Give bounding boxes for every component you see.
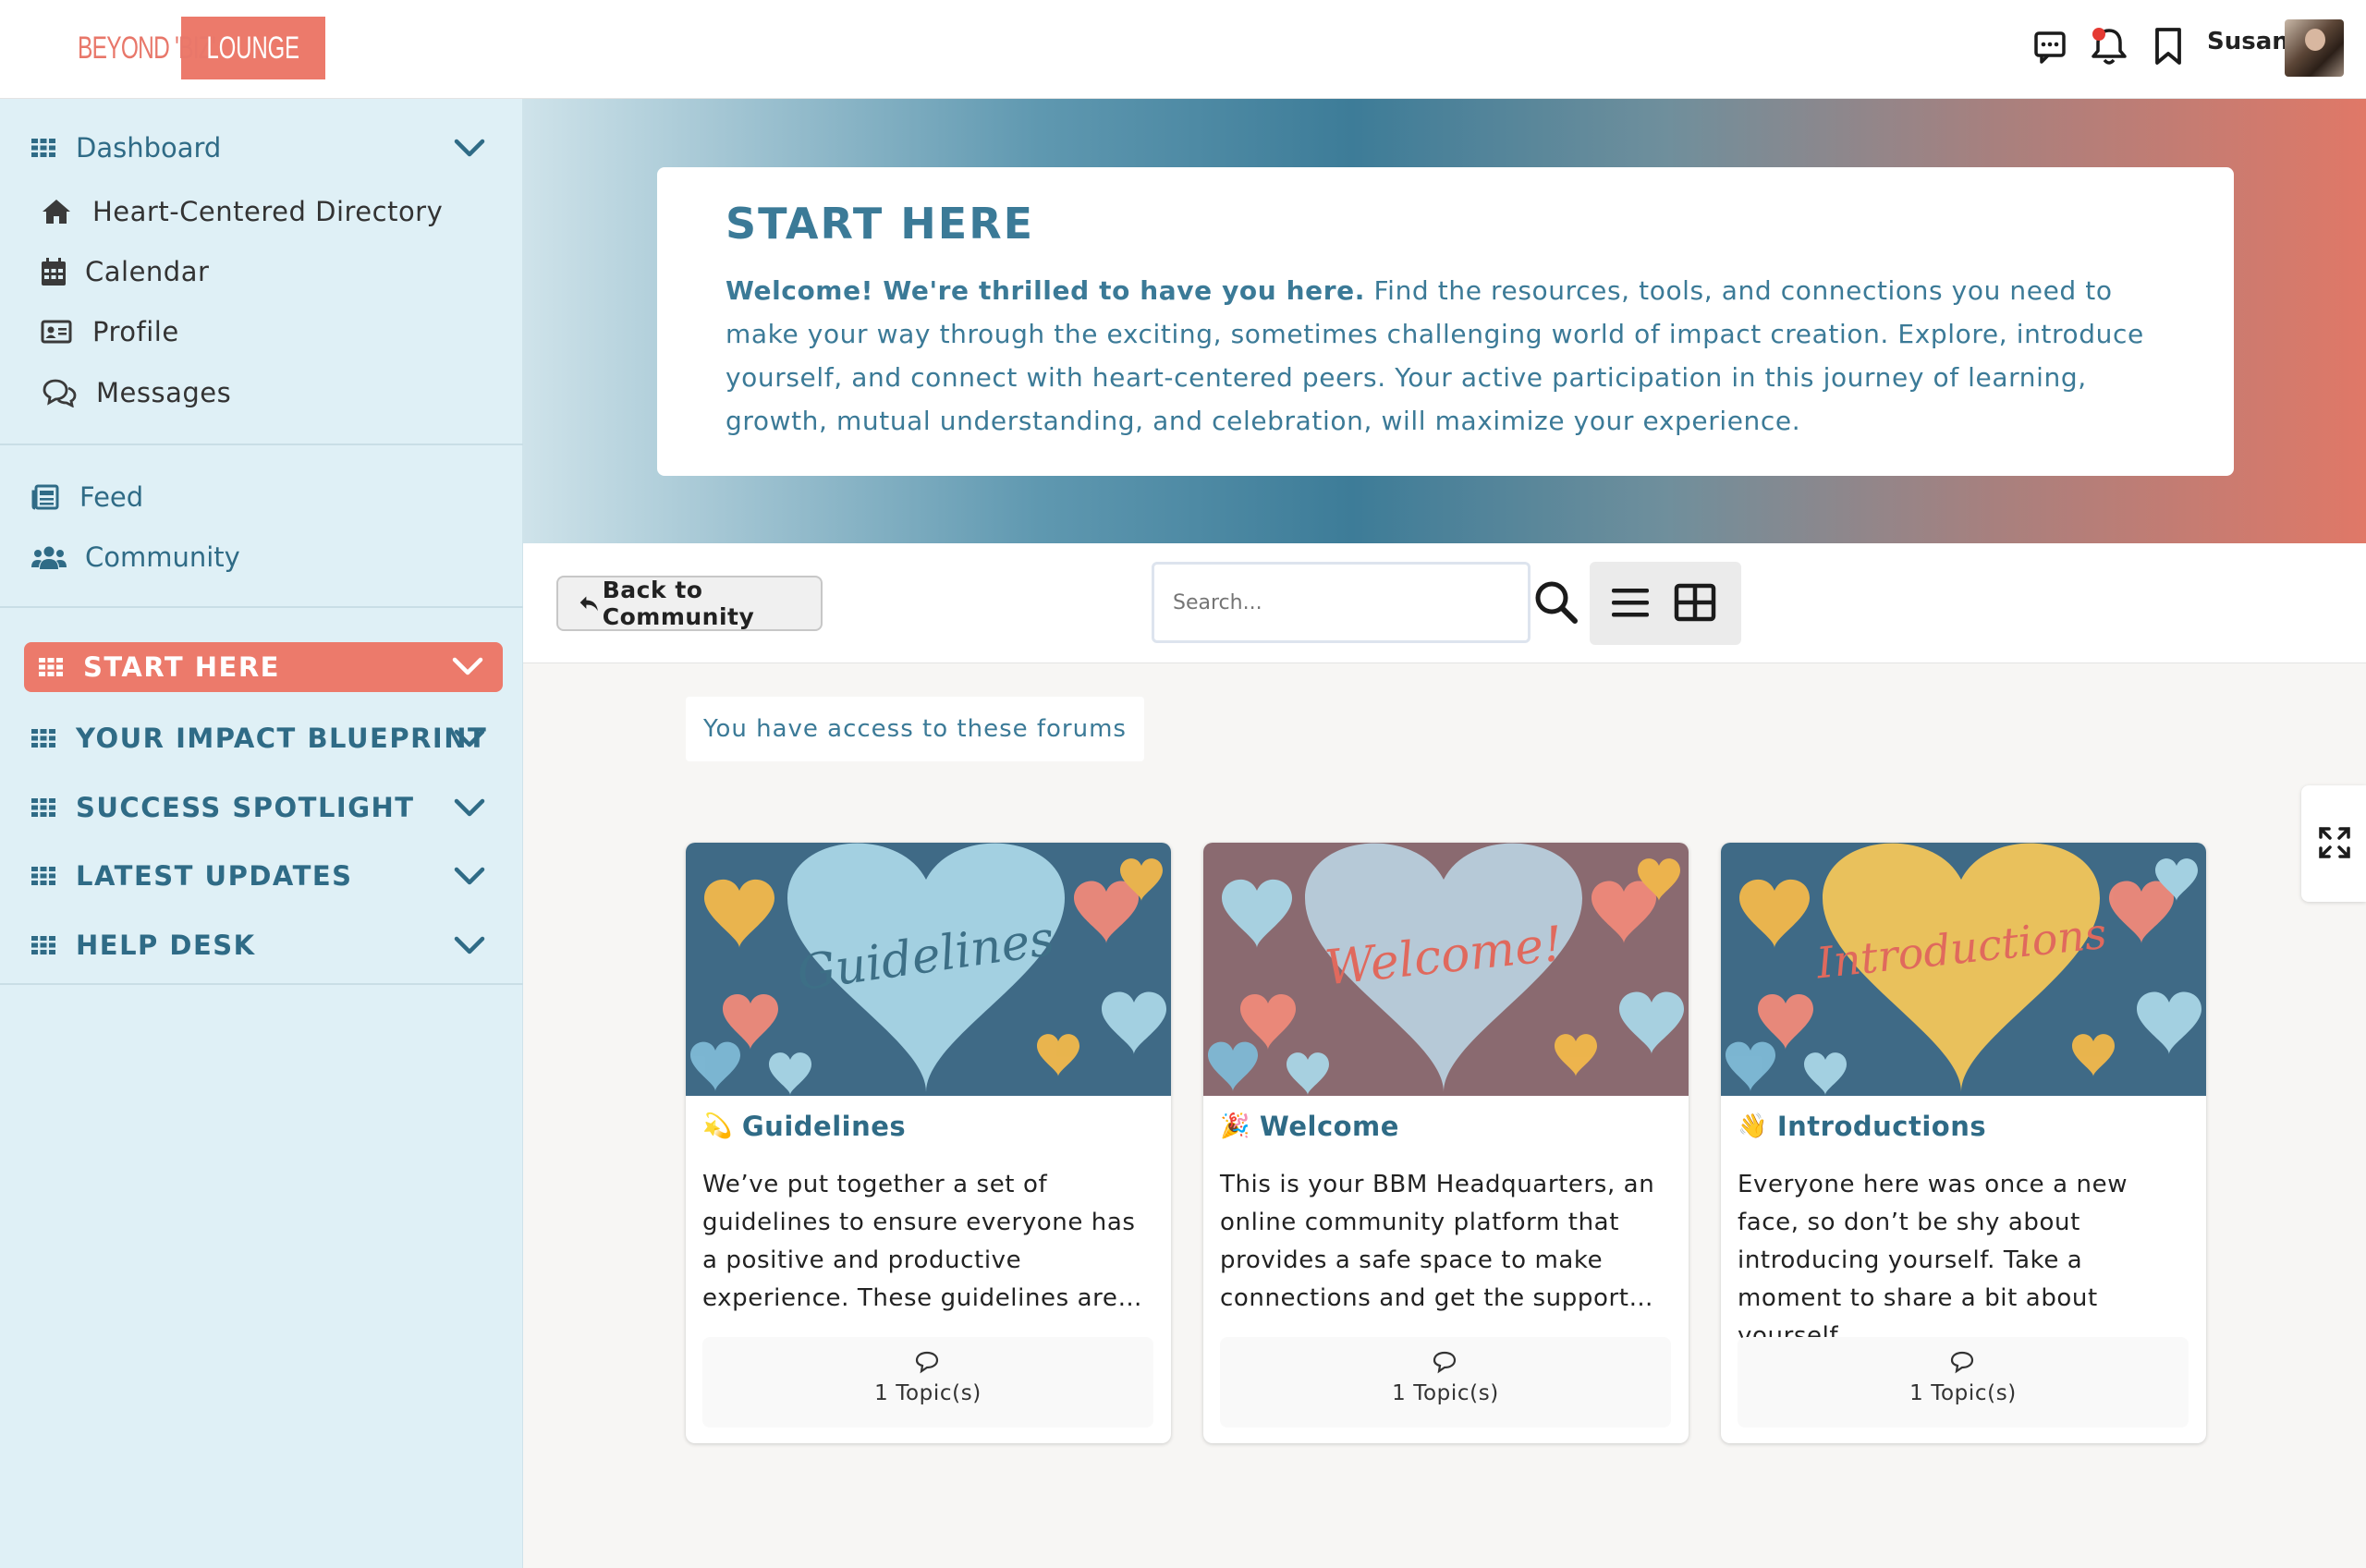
back-to-community-button[interactable]: Back to Community xyxy=(556,576,823,631)
grid-icon xyxy=(31,936,55,954)
forum-card-guidelines[interactable]: Guidelines 💫 Guidelines We’ve put togeth… xyxy=(686,843,1171,1443)
forum-cover-image: Welcome! xyxy=(1203,843,1689,1096)
sidebar-section-start-here[interactable]: START HERE xyxy=(24,642,503,692)
sidebar-item-feed[interactable]: Feed xyxy=(0,471,523,523)
dizzy-emoji-icon: 💫 xyxy=(702,1112,733,1140)
expand-icon xyxy=(2319,827,2350,858)
sidebar-item-label: YOUR IMPACT BLUEPRINT xyxy=(76,723,488,754)
sidebar: Dashboard Heart-Centered Directory Calen… xyxy=(0,99,523,1568)
bookmark-icon[interactable] xyxy=(2146,24,2190,68)
user-name[interactable]: Susan xyxy=(2207,28,2289,55)
page-title: START HERE xyxy=(726,199,1035,249)
sidebar-item-profile[interactable]: Profile xyxy=(0,306,523,358)
sidebar-item-label: Calendar xyxy=(85,256,210,287)
sidebar-item-label: Profile xyxy=(92,316,179,347)
grid-icon xyxy=(31,139,55,157)
forum-cover-image: Guidelines xyxy=(686,843,1171,1096)
party-popper-icon: 🎉 xyxy=(1220,1112,1250,1140)
forum-cover-image: Introductions xyxy=(1721,843,2206,1096)
sidebar-item-label: Heart-Centered Directory xyxy=(92,196,444,227)
forum-topic-count: 1 Topic(s) xyxy=(1738,1337,2189,1428)
grid-icon xyxy=(39,658,63,676)
sidebar-item-dashboard[interactable]: Dashboard xyxy=(0,122,523,174)
home-icon xyxy=(43,200,70,224)
sidebar-item-calendar[interactable]: Calendar xyxy=(0,246,523,298)
sidebar-divider xyxy=(0,606,523,608)
forum-topic-count: 1 Topic(s) xyxy=(1220,1337,1671,1428)
forum-description: This is your BBM Headquarters, an online… xyxy=(1220,1171,1655,1312)
chevron-down-icon[interactable] xyxy=(453,932,486,958)
search-icon[interactable] xyxy=(1532,577,1580,628)
topic-count-label: 1 Topic(s) xyxy=(1392,1381,1499,1405)
brand-logo[interactable]: BEYOND 'BIZ' LOUNGE xyxy=(78,17,325,79)
list-view-icon[interactable] xyxy=(1610,582,1651,623)
bell-icon[interactable] xyxy=(2087,24,2131,68)
chevron-down-icon[interactable] xyxy=(453,725,486,751)
view-toggle xyxy=(1590,562,1741,645)
messages-icon xyxy=(43,379,77,407)
profile-card-icon xyxy=(41,320,72,344)
sidebar-section-latest-updates[interactable]: LATEST UPDATES xyxy=(0,850,523,902)
waving-hand-icon: 👋 xyxy=(1738,1112,1768,1140)
access-note: You have access to these forums xyxy=(686,697,1144,761)
sidebar-item-label: SUCCESS SPOTLIGHT xyxy=(76,792,415,823)
hero-intro-bold: Welcome! We're thrilled to have you here… xyxy=(726,275,1366,306)
sidebar-section-success-spotlight[interactable]: SUCCESS SPOTLIGHT xyxy=(0,782,523,833)
chevron-down-icon[interactable] xyxy=(453,135,486,161)
forum-title[interactable]: 🎉 Welcome xyxy=(1220,1111,1399,1142)
sidebar-section-help-desk[interactable]: HELP DESK xyxy=(0,919,523,971)
notification-dot xyxy=(2092,28,2105,41)
forum-card-welcome[interactable]: Welcome! 🎉 Welcome This is your BBM Head… xyxy=(1203,843,1689,1443)
grid-icon xyxy=(31,867,55,885)
users-icon xyxy=(31,546,67,569)
sidebar-item-label: Messages xyxy=(96,377,232,408)
topic-count-label: 1 Topic(s) xyxy=(1909,1381,2017,1405)
sidebar-divider xyxy=(0,983,523,985)
sidebar-item-messages[interactable]: Messages xyxy=(0,367,523,419)
grid-view-icon[interactable] xyxy=(1673,580,1717,625)
chevron-down-icon[interactable] xyxy=(453,795,486,820)
top-bar: BEYOND 'BIZ' LOUNGE Susan xyxy=(0,0,2366,99)
sidebar-item-label: Community xyxy=(85,541,240,573)
comment-icon xyxy=(1433,1351,1457,1374)
forum-title[interactable]: 👋 Introductions xyxy=(1738,1111,1986,1142)
back-button-label: Back to Community xyxy=(602,577,755,630)
reply-arrow-icon xyxy=(579,596,598,612)
grid-icon xyxy=(31,729,55,748)
chevron-down-icon[interactable] xyxy=(451,653,484,679)
sidebar-section-impact-blueprint[interactable]: YOUR IMPACT BLUEPRINT xyxy=(0,712,523,764)
forum-title-text: Introductions xyxy=(1776,1111,1987,1142)
forum-title-text: Guidelines xyxy=(741,1111,907,1142)
hero-card: START HERE Welcome! We're thrilled to ha… xyxy=(657,167,2234,476)
logo-text-primary: BEYOND 'BIZ' xyxy=(78,30,216,66)
forum-topic-count: 1 Topic(s) xyxy=(702,1337,1153,1428)
forum-title-text: Welcome xyxy=(1259,1111,1399,1142)
fullscreen-toggle-button[interactable] xyxy=(2301,785,2366,902)
sidebar-item-label: Dashboard xyxy=(76,132,222,164)
sidebar-item-label: Feed xyxy=(79,481,144,513)
sidebar-item-community[interactable]: Community xyxy=(0,531,523,583)
chevron-down-icon[interactable] xyxy=(453,863,486,889)
sidebar-item-label: LATEST UPDATES xyxy=(76,860,353,892)
forum-card-introductions[interactable]: Introductions 👋 Introductions Everyone h… xyxy=(1721,843,2206,1443)
sidebar-item-label: HELP DESK xyxy=(76,930,256,961)
forum-description: Everyone here was once a new face, so do… xyxy=(1738,1171,2128,1350)
comment-icon xyxy=(915,1351,939,1374)
forum-toolbar: Back to Community xyxy=(523,543,2366,663)
calendar-icon xyxy=(42,258,66,286)
search-input[interactable] xyxy=(1152,562,1531,643)
sidebar-divider xyxy=(0,444,523,445)
topic-count-label: 1 Topic(s) xyxy=(874,1381,982,1405)
message-icon[interactable] xyxy=(2028,24,2072,68)
avatar[interactable] xyxy=(2285,19,2344,77)
sidebar-item-directory[interactable]: Heart-Centered Directory xyxy=(0,186,523,237)
hero-description: Welcome! We're thrilled to have you here… xyxy=(726,269,2165,443)
sidebar-item-label: START HERE xyxy=(83,651,280,683)
newspaper-icon xyxy=(31,484,59,510)
forum-description: We’ve put together a set of guidelines t… xyxy=(702,1171,1143,1312)
comment-icon xyxy=(1950,1351,1974,1374)
grid-icon xyxy=(31,798,55,817)
forum-title[interactable]: 💫 Guidelines xyxy=(702,1111,906,1142)
